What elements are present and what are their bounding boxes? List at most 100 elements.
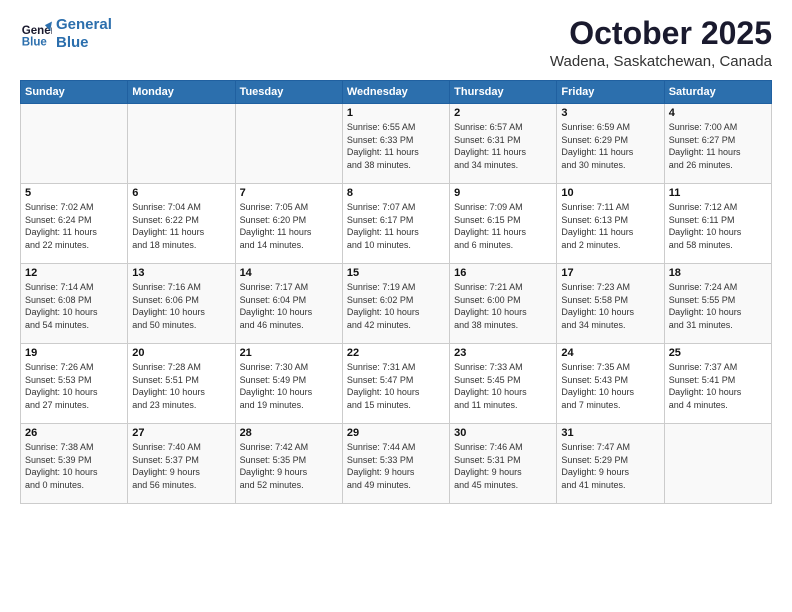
day-number: 19 <box>25 347 123 359</box>
title-block: October 2025 Wadena, Saskatchewan, Canad… <box>550 16 772 70</box>
calendar-cell: 25 Sunrise: 7:37 AM Sunset: 5:41 PM Dayli… <box>664 344 771 424</box>
day-info: Sunrise: 7:38 AM Sunset: 5:39 PM Dayligh… <box>25 441 123 491</box>
calendar-cell: 7 Sunrise: 7:05 AM Sunset: 6:20 PM Daylig… <box>235 184 342 264</box>
calendar-cell: 19 Sunrise: 7:26 AM Sunset: 5:53 PM Dayli… <box>21 344 128 424</box>
day-info: Sunrise: 7:44 AM Sunset: 5:33 PM Dayligh… <box>347 441 445 491</box>
header: General Blue General Blue October 2025 W… <box>20 16 772 70</box>
day-info: Sunrise: 7:12 AM Sunset: 6:11 PM Dayligh… <box>669 201 767 251</box>
day-number: 26 <box>25 427 123 439</box>
day-number: 22 <box>347 347 445 359</box>
calendar-cell: 6 Sunrise: 7:04 AM Sunset: 6:22 PM Daylig… <box>128 184 235 264</box>
calendar-cell: 2Sunrise: 6:57 AM Sunset: 6:31 PM Daylig… <box>450 104 557 184</box>
logo: General Blue General Blue <box>20 16 112 52</box>
calendar-cell <box>21 104 128 184</box>
day-info: Sunrise: 7:17 AM Sunset: 6:04 PM Dayligh… <box>240 281 338 331</box>
calendar-cell: 16 Sunrise: 7:21 AM Sunset: 6:00 PM Dayli… <box>450 264 557 344</box>
week-row-3: 12 Sunrise: 7:14 AM Sunset: 6:08 PM Dayli… <box>21 264 772 344</box>
day-number: 30 <box>454 427 552 439</box>
day-info: Sunrise: 7:40 AM Sunset: 5:37 PM Dayligh… <box>132 441 230 491</box>
calendar-cell: 5Sunrise: 7:02 AM Sunset: 6:24 PM Daylig… <box>21 184 128 264</box>
calendar-cell: 9 Sunrise: 7:09 AM Sunset: 6:15 PM Daylig… <box>450 184 557 264</box>
day-number: 14 <box>240 267 338 279</box>
logo-line1: General <box>56 16 112 33</box>
calendar-cell <box>235 104 342 184</box>
calendar-cell: 10 Sunrise: 7:11 AM Sunset: 6:13 PM Dayli… <box>557 184 664 264</box>
calendar-cell: 28 Sunrise: 7:42 AM Sunset: 5:35 PM Dayli… <box>235 424 342 504</box>
weekday-thursday: Thursday <box>450 81 557 104</box>
day-number: 9 <box>454 187 552 199</box>
calendar-cell: 18 Sunrise: 7:24 AM Sunset: 5:55 PM Dayli… <box>664 264 771 344</box>
day-info: Sunrise: 7:14 AM Sunset: 6:08 PM Dayligh… <box>25 281 123 331</box>
day-info: Sunrise: 7:21 AM Sunset: 6:00 PM Dayligh… <box>454 281 552 331</box>
day-info: Sunrise: 7:37 AM Sunset: 5:41 PM Dayligh… <box>669 361 767 411</box>
calendar-cell: 31Sunrise: 7:47 AM Sunset: 5:29 PM Dayli… <box>557 424 664 504</box>
day-info: Sunrise: 7:42 AM Sunset: 5:35 PM Dayligh… <box>240 441 338 491</box>
calendar-cell: 30Sunrise: 7:46 AM Sunset: 5:31 PM Dayli… <box>450 424 557 504</box>
calendar-cell <box>128 104 235 184</box>
weekday-header-row: SundayMondayTuesdayWednesdayThursdayFrid… <box>21 81 772 104</box>
day-number: 17 <box>561 267 659 279</box>
weekday-sunday: Sunday <box>21 81 128 104</box>
day-info: Sunrise: 6:57 AM Sunset: 6:31 PM Dayligh… <box>454 121 552 171</box>
day-number: 8 <box>347 187 445 199</box>
calendar-cell: 22 Sunrise: 7:31 AM Sunset: 5:47 PM Dayli… <box>342 344 449 424</box>
day-info: Sunrise: 7:05 AM Sunset: 6:20 PM Dayligh… <box>240 201 338 251</box>
day-number: 6 <box>132 187 230 199</box>
day-number: 15 <box>347 267 445 279</box>
day-number: 1 <box>347 107 445 119</box>
calendar-cell: 27 Sunrise: 7:40 AM Sunset: 5:37 PM Dayli… <box>128 424 235 504</box>
calendar-cell: 11 Sunrise: 7:12 AM Sunset: 6:11 PM Dayli… <box>664 184 771 264</box>
calendar-cell: 14 Sunrise: 7:17 AM Sunset: 6:04 PM Dayli… <box>235 264 342 344</box>
weekday-friday: Friday <box>557 81 664 104</box>
calendar-cell: 3Sunrise: 6:59 AM Sunset: 6:29 PM Daylig… <box>557 104 664 184</box>
logo-text: General Blue <box>56 16 112 52</box>
day-info: Sunrise: 7:07 AM Sunset: 6:17 PM Dayligh… <box>347 201 445 251</box>
day-info: Sunrise: 7:09 AM Sunset: 6:15 PM Dayligh… <box>454 201 552 251</box>
calendar-cell: 17Sunrise: 7:23 AM Sunset: 5:58 PM Dayli… <box>557 264 664 344</box>
day-number: 10 <box>561 187 659 199</box>
day-number: 25 <box>669 347 767 359</box>
day-info: Sunrise: 7:24 AM Sunset: 5:55 PM Dayligh… <box>669 281 767 331</box>
day-number: 21 <box>240 347 338 359</box>
day-number: 13 <box>132 267 230 279</box>
day-info: Sunrise: 7:28 AM Sunset: 5:51 PM Dayligh… <box>132 361 230 411</box>
week-row-5: 26 Sunrise: 7:38 AM Sunset: 5:39 PM Dayli… <box>21 424 772 504</box>
weekday-saturday: Saturday <box>664 81 771 104</box>
day-info: Sunrise: 7:26 AM Sunset: 5:53 PM Dayligh… <box>25 361 123 411</box>
week-row-1: 1 Sunrise: 6:55 AM Sunset: 6:33 PM Daylig… <box>21 104 772 184</box>
calendar-cell: 15 Sunrise: 7:19 AM Sunset: 6:02 PM Dayli… <box>342 264 449 344</box>
weekday-tuesday: Tuesday <box>235 81 342 104</box>
day-number: 27 <box>132 427 230 439</box>
calendar-cell: 26 Sunrise: 7:38 AM Sunset: 5:39 PM Dayli… <box>21 424 128 504</box>
day-info: Sunrise: 7:31 AM Sunset: 5:47 PM Dayligh… <box>347 361 445 411</box>
day-info: Sunrise: 7:04 AM Sunset: 6:22 PM Dayligh… <box>132 201 230 251</box>
logo-line2: Blue <box>56 34 89 51</box>
calendar-cell: 1 Sunrise: 6:55 AM Sunset: 6:33 PM Daylig… <box>342 104 449 184</box>
day-number: 16 <box>454 267 552 279</box>
calendar-cell: 8 Sunrise: 7:07 AM Sunset: 6:17 PM Daylig… <box>342 184 449 264</box>
week-row-4: 19 Sunrise: 7:26 AM Sunset: 5:53 PM Dayli… <box>21 344 772 424</box>
day-number: 28 <box>240 427 338 439</box>
day-number: 18 <box>669 267 767 279</box>
calendar-title: October 2025 <box>550 16 772 51</box>
day-number: 7 <box>240 187 338 199</box>
calendar-table: SundayMondayTuesdayWednesdayThursdayFrid… <box>20 80 772 504</box>
calendar-cell: 21Sunrise: 7:30 AM Sunset: 5:49 PM Dayli… <box>235 344 342 424</box>
calendar-cell: 12 Sunrise: 7:14 AM Sunset: 6:08 PM Dayli… <box>21 264 128 344</box>
day-number: 12 <box>25 267 123 279</box>
day-info: Sunrise: 7:16 AM Sunset: 6:06 PM Dayligh… <box>132 281 230 331</box>
day-info: Sunrise: 7:11 AM Sunset: 6:13 PM Dayligh… <box>561 201 659 251</box>
calendar-subtitle: Wadena, Saskatchewan, Canada <box>550 53 772 70</box>
day-number: 3 <box>561 107 659 119</box>
day-info: Sunrise: 6:55 AM Sunset: 6:33 PM Dayligh… <box>347 121 445 171</box>
day-info: Sunrise: 7:19 AM Sunset: 6:02 PM Dayligh… <box>347 281 445 331</box>
calendar-cell <box>664 424 771 504</box>
calendar-cell: 20 Sunrise: 7:28 AM Sunset: 5:51 PM Dayli… <box>128 344 235 424</box>
logo-icon: General Blue <box>20 18 52 50</box>
day-number: 20 <box>132 347 230 359</box>
day-number: 23 <box>454 347 552 359</box>
day-number: 11 <box>669 187 767 199</box>
weekday-wednesday: Wednesday <box>342 81 449 104</box>
calendar-cell: 13 Sunrise: 7:16 AM Sunset: 6:06 PM Dayli… <box>128 264 235 344</box>
day-number: 4 <box>669 107 767 119</box>
